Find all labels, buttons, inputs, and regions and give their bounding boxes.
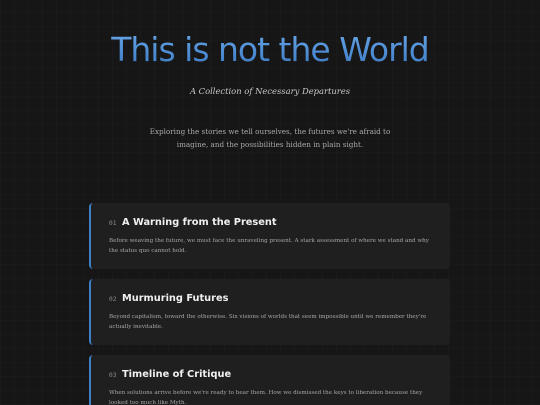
chapter-number: 03 <box>109 372 117 379</box>
chapter-title: A Warning from the Present <box>122 217 277 228</box>
chapter-description: When solutions arrive before we're ready… <box>109 390 423 405</box>
chapter-card-3[interactable]: 03 Timeline of Critique When solutions a… <box>89 355 450 405</box>
chapter-number: 01 <box>109 220 117 227</box>
chapter-description: Before weaving the future, we must face … <box>109 238 429 254</box>
chapter-description: Beyond capitalism, toward the otherwise.… <box>109 314 427 330</box>
chapter-title: Timeline of Critique <box>122 369 232 380</box>
chapter-title: Murmuring Futures <box>122 293 229 304</box>
page-title: This is not the World <box>0 30 540 69</box>
page-subtitle: A Collection of Necessary Departures <box>189 86 351 96</box>
chapter-card-2[interactable]: 02 Murmuring Futures Beyond capitalism, … <box>89 279 450 345</box>
chapter-number: 02 <box>109 296 117 303</box>
chapter-card-1[interactable]: 01 A Warning from the Present Before wea… <box>89 203 450 269</box>
intro-text: Exploring the stories we tell ourselves,… <box>149 127 391 150</box>
